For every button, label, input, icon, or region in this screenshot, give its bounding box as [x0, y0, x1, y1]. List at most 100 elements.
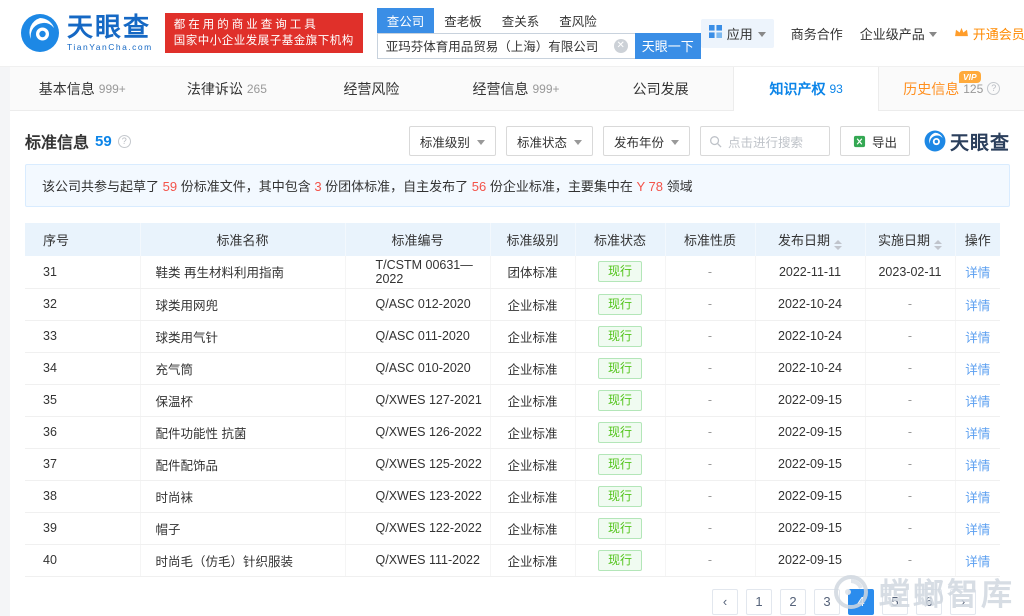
cell-8: - — [865, 288, 955, 320]
column-header-label: 标准名称 — [216, 233, 268, 248]
detail-link[interactable]: 详情 — [965, 459, 990, 473]
cell-8: - — [865, 448, 955, 480]
filter-dropdown-3[interactable]: 发布年份 — [603, 126, 690, 156]
company-search-input[interactable] — [377, 33, 635, 59]
status-badge: 现行 — [598, 390, 642, 411]
nav-tab-label: 经营信息 — [473, 79, 529, 99]
summary-highlight: Y 78 — [637, 179, 664, 194]
cell-8: 2023-02-11 — [865, 256, 955, 288]
page-button-2[interactable]: 2 — [780, 589, 806, 615]
search-tab-4[interactable]: 查风险 — [549, 8, 607, 33]
column-header-8[interactable]: 实施日期 — [865, 223, 955, 256]
page-button-4[interactable]: 4 — [848, 589, 874, 615]
search-tab-2[interactable]: 查老板 — [434, 8, 492, 33]
help-icon[interactable]: ? — [118, 135, 131, 148]
table-search-input[interactable]: 点击进行搜索 — [700, 126, 830, 156]
standards-table: 序号标准名称标准编号标准级别标准状态标准性质发布日期实施日期操作 31鞋类 再生… — [25, 223, 1000, 577]
cell-1: 38 — [25, 480, 140, 512]
cell-1: 40 — [25, 544, 140, 576]
company-nav: 基本信息999+法律诉讼265经营风险经营信息999+ 公司发展 知识产权93历史信… — [10, 67, 1024, 111]
nav-tab-4[interactable]: 经营信息999+ — [444, 67, 589, 110]
detail-link[interactable]: 详情 — [965, 331, 990, 345]
column-header-1: 序号 — [25, 223, 140, 256]
column-header-4: 标准级别 — [490, 223, 575, 256]
filter-group: 标准级别标准状态发布年份 点击进行搜索 导出 天眼查 — [409, 126, 1010, 156]
nav-tab-count: 93 — [830, 82, 843, 96]
sort-icon[interactable] — [834, 240, 842, 250]
search-button[interactable]: 天眼一下 — [635, 33, 701, 59]
cell-2: 时尚毛（仿毛）针织服装 — [140, 544, 345, 576]
filter-dropdown-1[interactable]: 标准级别 — [409, 126, 496, 156]
column-header-2: 标准名称 — [140, 223, 345, 256]
nav-tab-5[interactable]: 公司发展 — [588, 67, 733, 110]
vip-upgrade-menu[interactable]: 开通会员 — [954, 24, 1024, 43]
excel-icon — [853, 135, 866, 148]
detail-link[interactable]: 详情 — [965, 555, 990, 569]
status-badge: 现行 — [598, 454, 642, 475]
detail-link[interactable]: 详情 — [965, 395, 990, 409]
enterprise-label: 企业级产品 — [860, 24, 925, 43]
page-button-3[interactable]: 3 — [814, 589, 840, 615]
export-button[interactable]: 导出 — [840, 126, 910, 156]
page-button-1[interactable]: 1 — [746, 589, 772, 615]
action-cell: 详情 — [955, 544, 1000, 576]
cell-2: 球类用网兜 — [140, 288, 345, 320]
logo-domain: TianYanCha.com — [67, 43, 153, 52]
search-tab-1[interactable]: 查公司 — [377, 8, 435, 33]
status-cell: 现行 — [575, 288, 665, 320]
filter-dropdown-2[interactable]: 标准状态 — [506, 126, 593, 156]
cell-7: 2022-09-15 — [755, 384, 865, 416]
filter-label: 发布年份 — [614, 132, 664, 151]
nav-tab-count: 265 — [247, 82, 267, 96]
summary-highlight: 56 — [472, 179, 486, 194]
page-next-button[interactable]: › — [950, 589, 976, 615]
nav-tab-1[interactable]: 基本信息999+ — [10, 67, 155, 110]
nav-tab-7[interactable]: 历史信息125VIP? — [879, 67, 1024, 110]
cell-4: 企业标准 — [490, 480, 575, 512]
detail-link[interactable]: 详情 — [965, 491, 990, 505]
column-header-6: 标准性质 — [665, 223, 755, 256]
cell-2: 保温杯 — [140, 384, 345, 416]
help-icon[interactable]: ? — [987, 82, 1000, 95]
table-header-row: 序号标准名称标准编号标准级别标准状态标准性质发布日期实施日期操作 — [25, 223, 1000, 256]
nav-tab-2[interactable]: 法律诉讼265 — [155, 67, 300, 110]
page-button-5[interactable]: 5 — [882, 589, 908, 615]
action-cell: 详情 — [955, 384, 1000, 416]
business-cooperation-link[interactable]: 商务合作 — [791, 24, 843, 43]
status-badge: 现行 — [598, 326, 642, 347]
detail-link[interactable]: 详情 — [965, 523, 990, 537]
sort-down-icon — [834, 246, 842, 250]
nav-tab-count: 125 — [963, 82, 983, 96]
table-row: 38时尚袜Q/XWES 123-2022企业标准现行-2022-09-15-详情 — [25, 480, 1000, 512]
nav-tab-6[interactable]: 知识产权93 — [733, 67, 880, 111]
action-cell: 详情 — [955, 320, 1000, 352]
column-header-7[interactable]: 发布日期 — [755, 223, 865, 256]
enterprise-product-menu[interactable]: 企业级产品 — [860, 24, 937, 43]
cell-1: 36 — [25, 416, 140, 448]
table-row: 36配件功能性 抗菌Q/XWES 126-2022企业标准现行-2022-09-… — [25, 416, 1000, 448]
nav-tab-label: 基本信息 — [39, 79, 95, 99]
sort-icon[interactable] — [934, 240, 942, 250]
detail-link[interactable]: 详情 — [965, 266, 990, 280]
detail-link[interactable]: 详情 — [965, 299, 990, 313]
nav-tab-label: 公司发展 — [633, 79, 689, 99]
table-search-placeholder: 点击进行搜索 — [728, 132, 803, 151]
page-prev-button[interactable]: ‹ — [712, 589, 738, 615]
cell-8: - — [865, 352, 955, 384]
cell-1: 31 — [25, 256, 140, 288]
cell-4: 企业标准 — [490, 320, 575, 352]
page-button-6[interactable]: 6 — [916, 589, 942, 615]
cell-3: Q/ASC 011-2020 — [345, 320, 490, 352]
status-badge: 现行 — [598, 261, 642, 282]
clear-icon[interactable]: ✕ — [614, 39, 628, 53]
cell-2: 帽子 — [140, 512, 345, 544]
apps-menu[interactable]: 应用 — [701, 19, 774, 48]
status-cell: 现行 — [575, 512, 665, 544]
tianyancha-logo[interactable]: 天眼查 TianYanCha.com — [20, 13, 153, 53]
nav-tab-3[interactable]: 经营风险 — [299, 67, 444, 110]
main-content: 标准信息 59 ? 标准级别标准状态发布年份 点击进行搜索 导出 天眼查 该公司… — [10, 111, 1024, 616]
search-tab-3[interactable]: 查关系 — [492, 8, 550, 33]
detail-link[interactable]: 详情 — [965, 427, 990, 441]
detail-link[interactable]: 详情 — [965, 363, 990, 377]
cell-3: Q/XWES 123-2022 — [345, 480, 490, 512]
